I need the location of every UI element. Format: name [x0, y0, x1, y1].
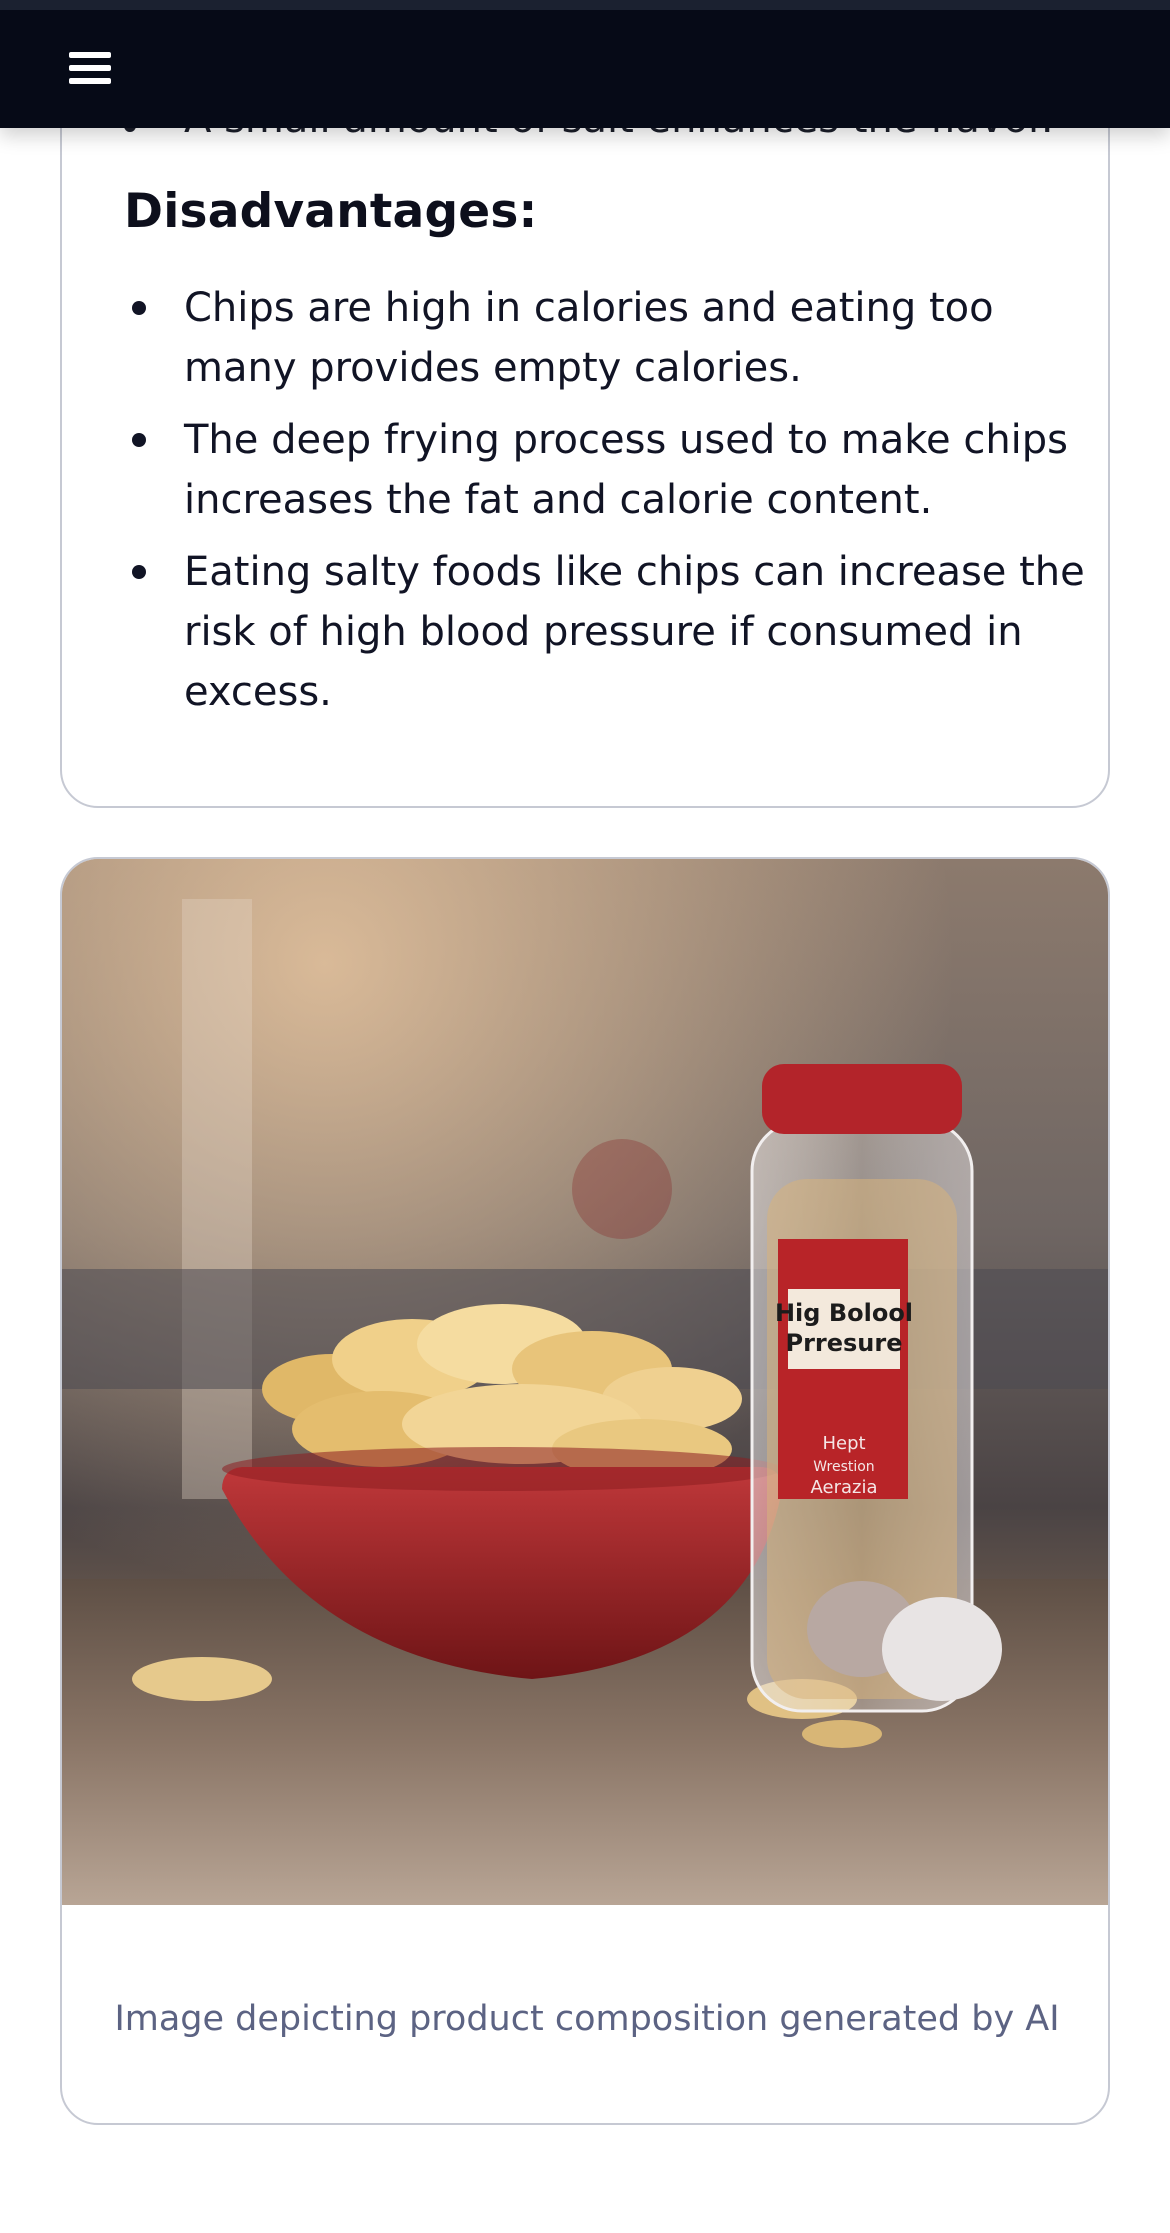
chips-photo: Hig Bolool Prresure Hept Wrestion Aerazi…	[62, 859, 1108, 1905]
list-item-text: The deep frying process used to make chi…	[184, 417, 1069, 523]
menu-line	[69, 78, 111, 84]
bowl-rim	[222, 1447, 782, 1491]
list-bullet	[132, 301, 146, 315]
image-caption: Image depicting product composition gene…	[114, 1999, 1060, 2039]
section-title: Disadvantages:	[124, 184, 538, 239]
disadvantages-list: Chips are high in calories and eating to…	[124, 278, 1108, 734]
list-bullet	[132, 433, 146, 447]
bottle-cap	[762, 1064, 962, 1134]
label-text: Prresure	[785, 1329, 902, 1357]
list-item: The deep frying process used to make chi…	[124, 410, 1108, 530]
background-blur-spot	[572, 1139, 672, 1239]
text-card: A small amount of salt enhances the flav…	[60, 40, 1110, 808]
menu-line	[69, 52, 111, 58]
menu-line	[69, 65, 111, 71]
label-text: Wrestion	[813, 1459, 874, 1475]
hamburger-menu-icon[interactable]	[60, 44, 120, 94]
chips-illustration: Hig Bolool Prresure Hept Wrestion Aerazi…	[62, 859, 1108, 1905]
list-bullet	[132, 565, 146, 579]
background-blur-pillar	[182, 899, 252, 1499]
label-text: Hept	[822, 1433, 865, 1454]
label-text: Hig Bolool	[775, 1299, 913, 1327]
list-item: Chips are high in calories and eating to…	[124, 278, 1108, 398]
list-item-text: Eating salty foods like chips can increa…	[184, 549, 1085, 715]
label-text: Aerazia	[811, 1477, 878, 1498]
list-item-text: Chips are high in calories and eating to…	[184, 285, 994, 391]
image-card: Hig Bolool Prresure Hept Wrestion Aerazi…	[60, 857, 1110, 2125]
top-navigation-bar	[0, 0, 1170, 128]
list-item: Eating salty foods like chips can increa…	[124, 542, 1108, 722]
